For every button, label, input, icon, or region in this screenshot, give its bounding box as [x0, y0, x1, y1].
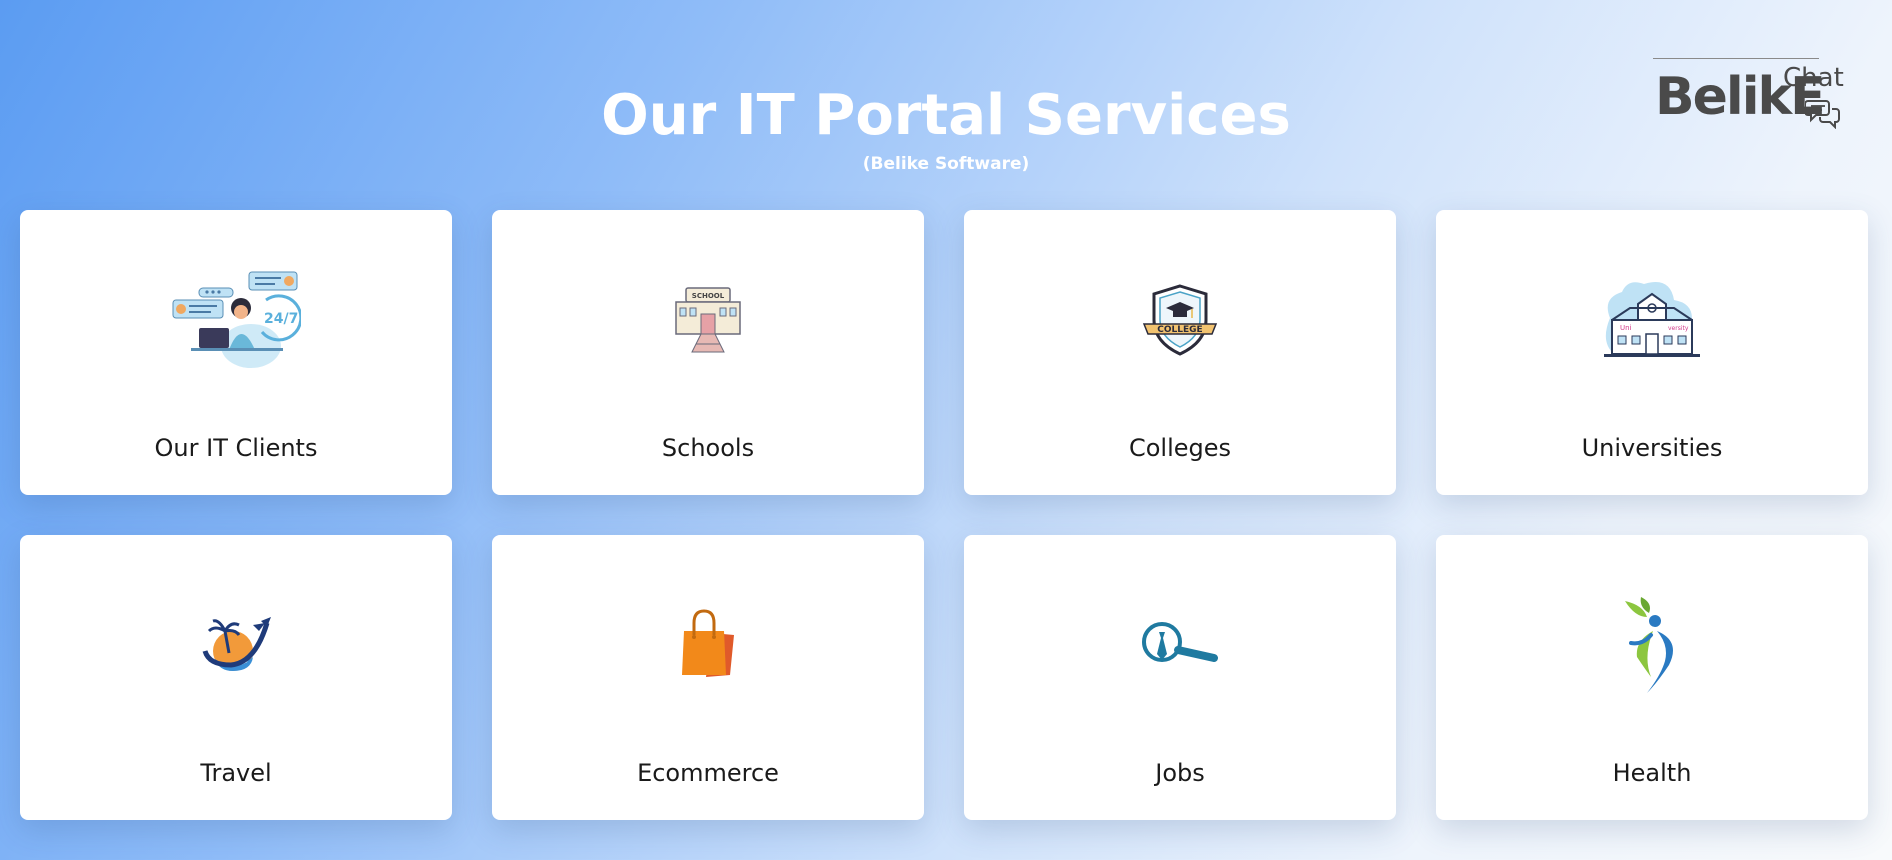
card-travel[interactable]: Travel [20, 535, 452, 820]
card-health[interactable]: Health [1436, 535, 1868, 820]
card-label: Jobs [1155, 759, 1205, 787]
shopping-bag-icon [682, 609, 734, 677]
college-shield-icon: COLLEGE [1142, 284, 1218, 356]
card-label: Colleges [1128, 434, 1232, 462]
header: Our IT Portal Services (Belike Software) [0, 78, 1892, 174]
card-schools[interactable]: SCHOOL Schools [492, 210, 924, 495]
svg-text:SCHOOL: SCHOOL [692, 292, 725, 300]
support-agent-icon: 24/7 [172, 271, 301, 368]
travel-globe-icon [202, 617, 271, 671]
svg-text:24/7: 24/7 [264, 311, 298, 327]
card-label: Health [1612, 759, 1692, 787]
health-figure-icon [1625, 597, 1673, 693]
chat-bubbles-icon [1805, 100, 1840, 129]
card-universities[interactable]: Uni versity Universities [1436, 210, 1868, 495]
brand-logo[interactable]: BelikE Chat [1653, 58, 1844, 131]
page-subtitle: (Belike Software) [862, 154, 1030, 174]
school-building-icon: SCHOOL [675, 287, 741, 353]
card-ecommerce[interactable]: Ecommerce [492, 535, 924, 820]
card-label: Universities [1581, 434, 1723, 462]
card-jobs[interactable]: Jobs [964, 535, 1396, 820]
card-label: Our IT Clients [154, 434, 318, 462]
page: Our IT Portal Services (Belike Software)… [0, 0, 1892, 860]
job-search-icon [1142, 622, 1218, 662]
card-colleges[interactable]: COLLEGE Colleges [964, 210, 1396, 495]
card-label: Schools [661, 434, 755, 462]
page-title: Our IT Portal Services [601, 83, 1291, 148]
svg-text:versity: versity [1668, 325, 1689, 332]
logo-sub-text: Chat [1783, 63, 1844, 93]
svg-text:Uni: Uni [1620, 324, 1632, 332]
university-building-icon: Uni versity [1604, 282, 1700, 357]
card-label: Travel [200, 759, 272, 787]
card-our-it-clients[interactable]: 24/7 Our IT Clients [20, 210, 452, 495]
svg-text:COLLEGE: COLLEGE [1157, 325, 1202, 335]
card-label: Ecommerce [637, 759, 779, 787]
